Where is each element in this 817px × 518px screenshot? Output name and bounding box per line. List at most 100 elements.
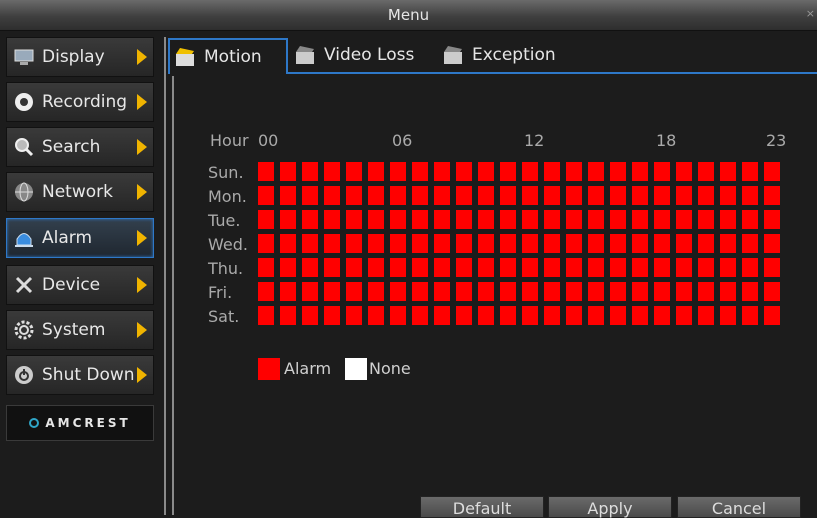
schedule-cell[interactable]	[456, 282, 472, 301]
schedule-cell[interactable]	[390, 162, 406, 181]
schedule-cell[interactable]	[720, 306, 736, 325]
schedule-cell[interactable]	[654, 210, 670, 229]
schedule-cell[interactable]	[456, 258, 472, 277]
schedule-cell[interactable]	[280, 306, 296, 325]
schedule-cell[interactable]	[258, 282, 274, 301]
schedule-cell[interactable]	[588, 162, 604, 181]
schedule-cell[interactable]	[302, 210, 318, 229]
schedule-cell[interactable]	[302, 258, 318, 277]
schedule-cell[interactable]	[544, 210, 560, 229]
schedule-cell[interactable]	[478, 162, 494, 181]
schedule-cell[interactable]	[434, 234, 450, 253]
schedule-cell[interactable]	[478, 258, 494, 277]
schedule-cell[interactable]	[566, 306, 582, 325]
schedule-cell[interactable]	[500, 282, 516, 301]
schedule-cell[interactable]	[676, 186, 692, 205]
schedule-cell[interactable]	[522, 162, 538, 181]
schedule-cell[interactable]	[588, 234, 604, 253]
schedule-cell[interactable]	[742, 306, 758, 325]
schedule-cell[interactable]	[368, 282, 384, 301]
schedule-cell[interactable]	[610, 258, 626, 277]
schedule-cell[interactable]	[654, 162, 670, 181]
schedule-cell[interactable]	[324, 258, 340, 277]
schedule-cell[interactable]	[676, 162, 692, 181]
close-icon[interactable]: ×	[806, 7, 815, 20]
schedule-cell[interactable]	[522, 306, 538, 325]
schedule-cell[interactable]	[544, 258, 560, 277]
schedule-cell[interactable]	[566, 162, 582, 181]
schedule-cell[interactable]	[654, 258, 670, 277]
schedule-cell[interactable]	[566, 282, 582, 301]
schedule-cell[interactable]	[346, 282, 362, 301]
schedule-cell[interactable]	[764, 306, 780, 325]
schedule-cell[interactable]	[610, 162, 626, 181]
schedule-cell[interactable]	[500, 306, 516, 325]
tab-exception[interactable]: Exception	[438, 38, 578, 72]
schedule-cell[interactable]	[698, 234, 714, 253]
schedule-cell[interactable]	[522, 282, 538, 301]
sidebar-item-system[interactable]: System	[6, 310, 154, 350]
schedule-cell[interactable]	[434, 258, 450, 277]
schedule-cell[interactable]	[676, 306, 692, 325]
schedule-cell[interactable]	[456, 186, 472, 205]
schedule-cell[interactable]	[610, 234, 626, 253]
schedule-cell[interactable]	[676, 234, 692, 253]
schedule-cell[interactable]	[390, 282, 406, 301]
schedule-cell[interactable]	[478, 234, 494, 253]
schedule-cell[interactable]	[280, 186, 296, 205]
schedule-cell[interactable]	[742, 186, 758, 205]
sidebar-item-alarm[interactable]: Alarm	[6, 218, 154, 258]
schedule-cell[interactable]	[522, 186, 538, 205]
schedule-cell[interactable]	[522, 210, 538, 229]
schedule-cell[interactable]	[324, 210, 340, 229]
schedule-cell[interactable]	[456, 162, 472, 181]
schedule-cell[interactable]	[346, 306, 362, 325]
schedule-cell[interactable]	[368, 162, 384, 181]
schedule-cell[interactable]	[434, 210, 450, 229]
schedule-cell[interactable]	[280, 282, 296, 301]
schedule-cell[interactable]	[676, 210, 692, 229]
schedule-cell[interactable]	[632, 234, 648, 253]
sidebar-item-recording[interactable]: Recording	[6, 82, 154, 122]
schedule-cell[interactable]	[610, 282, 626, 301]
schedule-cell[interactable]	[720, 162, 736, 181]
schedule-cell[interactable]	[544, 306, 560, 325]
schedule-cell[interactable]	[698, 306, 714, 325]
schedule-cell[interactable]	[742, 258, 758, 277]
schedule-cell[interactable]	[522, 258, 538, 277]
schedule-cell[interactable]	[324, 282, 340, 301]
schedule-cell[interactable]	[764, 186, 780, 205]
schedule-cell[interactable]	[676, 282, 692, 301]
schedule-cell[interactable]	[742, 234, 758, 253]
sidebar-item-network[interactable]: Network	[6, 172, 154, 212]
schedule-cell[interactable]	[566, 210, 582, 229]
schedule-cell[interactable]	[632, 162, 648, 181]
schedule-cell[interactable]	[632, 306, 648, 325]
schedule-cell[interactable]	[390, 306, 406, 325]
schedule-cell[interactable]	[280, 258, 296, 277]
schedule-cell[interactable]	[456, 210, 472, 229]
schedule-cell[interactable]	[368, 186, 384, 205]
schedule-cell[interactable]	[566, 234, 582, 253]
schedule-cell[interactable]	[412, 186, 428, 205]
schedule-cell[interactable]	[368, 306, 384, 325]
schedule-cell[interactable]	[632, 258, 648, 277]
schedule-cell[interactable]	[676, 258, 692, 277]
schedule-cell[interactable]	[434, 162, 450, 181]
sidebar-item-search[interactable]: Search	[6, 127, 154, 167]
schedule-cell[interactable]	[764, 258, 780, 277]
tab-motion[interactable]: Motion	[168, 38, 288, 74]
schedule-cell[interactable]	[654, 282, 670, 301]
schedule-cell[interactable]	[456, 306, 472, 325]
schedule-cell[interactable]	[346, 234, 362, 253]
schedule-cell[interactable]	[588, 210, 604, 229]
schedule-cell[interactable]	[720, 210, 736, 229]
schedule-cell[interactable]	[258, 234, 274, 253]
schedule-cell[interactable]	[764, 210, 780, 229]
schedule-cell[interactable]	[500, 234, 516, 253]
schedule-cell[interactable]	[478, 306, 494, 325]
schedule-cell[interactable]	[346, 186, 362, 205]
schedule-cell[interactable]	[500, 258, 516, 277]
schedule-cell[interactable]	[500, 162, 516, 181]
schedule-cell[interactable]	[720, 282, 736, 301]
